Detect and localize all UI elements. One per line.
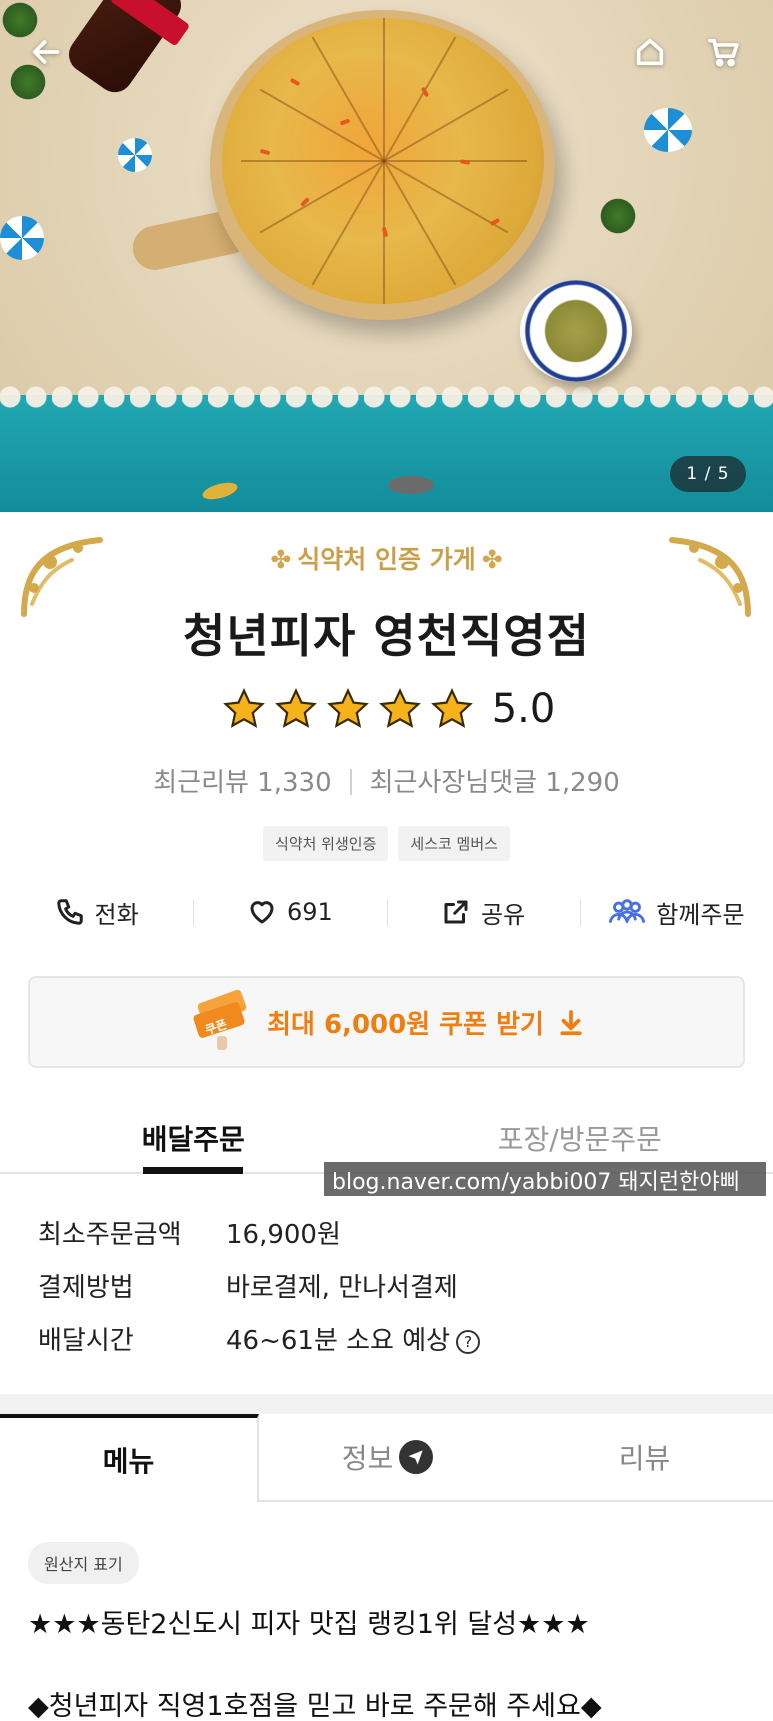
min-order-label: 최소주문금액 <box>38 1220 182 1250</box>
share-icon <box>444 900 468 924</box>
badge-hygiene: 식약처 위생인증 <box>263 826 389 861</box>
heart-icon <box>250 901 274 924</box>
coupon-ticket-icon: 쿠폰 <box>193 990 247 1050</box>
certification-banner: ✤ 식약처 인증 가게 ✤ <box>0 540 773 576</box>
pickle-dish-illustration <box>520 280 632 382</box>
call-button[interactable]: 전화 <box>0 890 193 934</box>
like-button[interactable]: 691 <box>193 890 386 934</box>
tab-info-label: 정보 <box>341 1442 394 1475</box>
like-count: 691 <box>286 898 333 926</box>
menu-notice-2: ◆청년피자 직영1호점을 믿고 바로 주문해 주세요◆ <box>28 1691 602 1721</box>
star-icon <box>430 688 473 728</box>
cart-icon <box>707 38 739 67</box>
image-pager: 1 / 5 <box>670 456 746 492</box>
delivery-time-value: 46~61분 소요 예상 <box>226 1326 451 1356</box>
home-button[interactable] <box>628 30 672 74</box>
tab-review[interactable]: 리뷰 <box>516 1414 773 1500</box>
tab-menu-label: 메뉴 <box>102 1445 155 1478</box>
leaf-icon: ✤ <box>270 545 292 574</box>
hero-image[interactable]: 1 / 5 <box>0 0 773 512</box>
sea-illustration <box>0 395 773 512</box>
star-icon <box>274 688 317 728</box>
arrow-left-icon <box>32 40 60 64</box>
order-info: 최소주문금액 16,900원 결제방법 바로결제, 만나서결제 배달시간 46~… <box>38 1206 738 1365</box>
delivery-time-value-wrap: 46~61분 소요 예상? <box>226 1320 481 1357</box>
help-icon[interactable]: ? <box>456 1330 481 1354</box>
download-arrow-icon <box>560 1010 582 1036</box>
star-icon <box>222 688 265 728</box>
store-actions: 전화 691 공유 함께주문 <box>0 890 773 934</box>
beach-umbrella-illustration <box>118 138 152 172</box>
min-order-row: 최소주문금액 16,900원 <box>38 1206 738 1259</box>
store-name: 청년피자 영천직영점 <box>183 609 590 663</box>
palm-tree-illustration <box>598 196 638 236</box>
min-order-value: 16,900원 <box>226 1220 341 1250</box>
back-button[interactable] <box>24 30 68 74</box>
badge-cesco: 세스코 멤버스 <box>398 826 510 861</box>
group-people-icon <box>609 899 646 923</box>
beach-umbrella-illustration <box>644 108 692 152</box>
certification-label: 식약처 인증 가게 <box>297 545 476 574</box>
tab-pickup-label: 포장/방문주문 <box>497 1123 662 1156</box>
review-counts: 최근리뷰 1,330 최근사장님댓글 1,290 <box>0 762 773 799</box>
coupon-download-button[interactable]: 쿠폰 최대 6,000원 쿠폰 받기 <box>28 976 745 1068</box>
tab-menu[interactable]: 메뉴 <box>0 1414 259 1502</box>
payment-label: 결제방법 <box>38 1273 134 1303</box>
group-order-label: 함께주문 <box>656 900 745 929</box>
share-label: 공유 <box>481 900 526 929</box>
leaf-icon: ✤ <box>481 545 503 574</box>
tab-review-label: 리뷰 <box>618 1442 671 1475</box>
star-icon <box>326 688 369 728</box>
beach-umbrella-illustration <box>0 216 44 260</box>
call-label: 전화 <box>94 900 139 929</box>
rating-row: 5.0 <box>0 686 773 732</box>
store-badges: 식약처 위생인증 세스코 멤버스 <box>0 826 773 861</box>
blog-watermark: blog.naver.com/yabbi007 돼지런한야삐 <box>324 1162 766 1196</box>
tab-delivery-label: 배달주문 <box>141 1123 245 1156</box>
cart-button[interactable] <box>702 30 746 74</box>
menu-notice-1: ★★★동탄2신도시 피자 맛집 랭킹1위 달성★★★ <box>28 1609 590 1640</box>
tab-info[interactable]: 정보 <box>259 1414 516 1500</box>
payment-row: 결제방법 바로결제, 만나서결제 <box>38 1259 738 1312</box>
group-order-button[interactable]: 함께주문 <box>579 890 773 934</box>
origin-label-chip[interactable]: 원산지 표기 <box>28 1542 139 1584</box>
divider <box>349 769 352 795</box>
store-content-tabs: 메뉴 정보 리뷰 <box>0 1414 773 1502</box>
boat-illustration <box>388 476 434 494</box>
payment-value: 바로결제, 만나서결제 <box>226 1273 458 1303</box>
star-icon <box>378 688 421 728</box>
section-divider <box>0 1394 773 1414</box>
rating-value: 5.0 <box>491 686 556 732</box>
send-icon <box>399 1440 434 1474</box>
phone-icon <box>56 899 83 925</box>
home-icon <box>636 38 664 66</box>
active-tab-indicator <box>143 1167 244 1174</box>
delivery-time-label: 배달시간 <box>38 1326 134 1356</box>
foam-illustration <box>0 382 773 412</box>
recent-owner-reply-count[interactable]: 최근사장님댓글 1,290 <box>370 768 620 798</box>
coupon-label: 최대 6,000원 쿠폰 받기 <box>267 1009 544 1040</box>
delivery-time-row: 배달시간 46~61분 소요 예상? <box>38 1312 738 1365</box>
recent-review-count[interactable]: 최근리뷰 1,330 <box>153 768 331 798</box>
share-button[interactable]: 공유 <box>386 890 580 934</box>
